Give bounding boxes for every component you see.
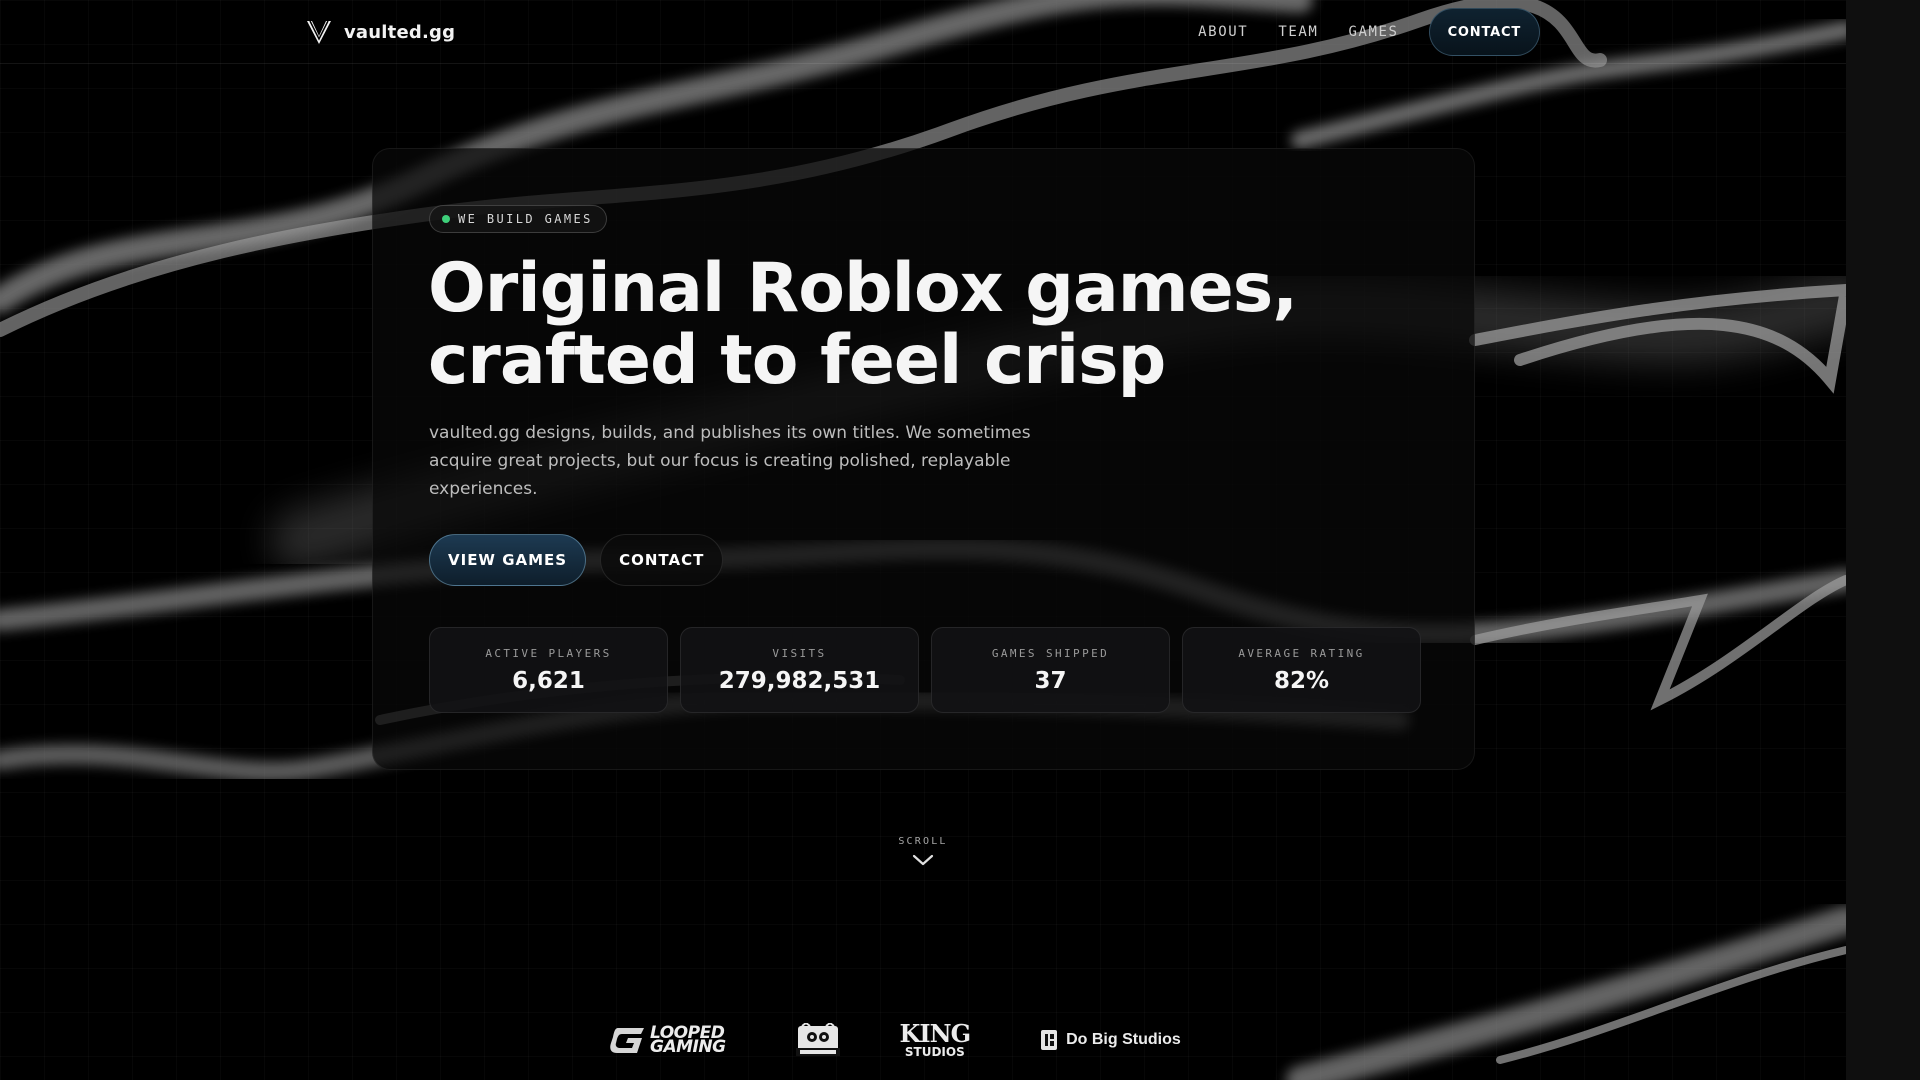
stat-value: 6,621 xyxy=(512,667,585,694)
stat-average-rating: AVERAGE RATING 82% xyxy=(1182,627,1421,713)
scrollbar-track[interactable] xyxy=(1846,0,1920,1080)
hero-card: WE BUILD GAMES Original Roblox games, cr… xyxy=(372,148,1475,770)
status-dot-icon xyxy=(442,215,450,223)
hero-title-line-1: Original Roblox games, xyxy=(428,249,1298,328)
hero-badge: WE BUILD GAMES xyxy=(429,205,607,233)
king-studios-logo: KING STUDIOS xyxy=(899,1019,972,1059)
badge-text: WE BUILD GAMES xyxy=(458,212,593,226)
scroll-label: SCROLL xyxy=(898,836,948,847)
site-header: vaulted.gg ABOUT TEAM GAMES CONTACT xyxy=(0,0,1846,64)
stat-label: GAMES SHIPPED xyxy=(991,646,1110,660)
do-big-studios-name: Do Big Studios xyxy=(1066,1031,1181,1048)
brand[interactable]: vaulted.gg xyxy=(304,17,455,47)
looped-gaming-icon xyxy=(610,1028,644,1053)
looped-line-2: GAMING xyxy=(650,1037,726,1057)
king-wordmark: KING xyxy=(899,1019,972,1048)
stat-label: AVERAGE RATING xyxy=(1238,646,1365,660)
stat-visits: VISITS 279,982,531 xyxy=(680,627,919,713)
nav-games[interactable]: GAMES xyxy=(1348,24,1398,40)
misfits-logo xyxy=(794,1023,842,1057)
scroll-indicator[interactable]: SCROLL xyxy=(873,836,973,867)
main-nav: ABOUT TEAM GAMES CONTACT xyxy=(1198,8,1540,56)
vaulted-logo-icon xyxy=(307,20,331,44)
stat-label: ACTIVE PLAYERS xyxy=(485,646,612,660)
contact-button[interactable]: CONTACT xyxy=(600,534,724,586)
partner-logos: LOOPED GAMING KING STUDIOS Do Big Studio… xyxy=(610,1018,1181,1062)
stat-label: VISITS xyxy=(772,646,827,660)
view-games-button[interactable]: VIEW GAMES xyxy=(429,534,587,586)
stat-value: 82% xyxy=(1273,667,1330,694)
hero-title: Original Roblox games, crafted to feel c… xyxy=(428,253,1328,397)
looped-text: LOOPED GAMING xyxy=(650,1025,726,1057)
stat-active-players: ACTIVE PLAYERS 6,621 xyxy=(429,627,668,713)
do-big-studios-icon xyxy=(1041,1030,1058,1050)
chevron-down-icon xyxy=(912,854,934,866)
brand-name: vaulted.gg xyxy=(344,21,456,43)
nav-about[interactable]: ABOUT xyxy=(1198,24,1248,40)
king-subtitle: STUDIOS xyxy=(904,1045,965,1059)
hero-description: vaulted.gg designs, builds, and publishe… xyxy=(429,423,1031,499)
stat-value: 37 xyxy=(1034,667,1067,694)
stat-value: 279,982,531 xyxy=(718,667,881,694)
hero-title-line-2: crafted to feel crisp xyxy=(428,321,1166,400)
page: vaulted.gg ABOUT TEAM GAMES CONTACT WE B… xyxy=(0,0,1846,1080)
stat-games-shipped: GAMES SHIPPED 37 xyxy=(931,627,1170,713)
nav-team[interactable]: TEAM xyxy=(1278,24,1318,40)
hero-cta-row: VIEW GAMES CONTACT xyxy=(429,534,724,586)
stats-row: ACTIVE PLAYERS 6,621 VISITS 279,982,531 … xyxy=(429,627,1421,713)
do-big-studios-logo: Do Big Studios xyxy=(1040,1029,1181,1051)
misfits-logo-icon xyxy=(795,1023,840,1056)
nav-contact-button[interactable]: CONTACT xyxy=(1428,8,1540,56)
looped-gaming-logo: LOOPED GAMING xyxy=(610,1025,726,1057)
